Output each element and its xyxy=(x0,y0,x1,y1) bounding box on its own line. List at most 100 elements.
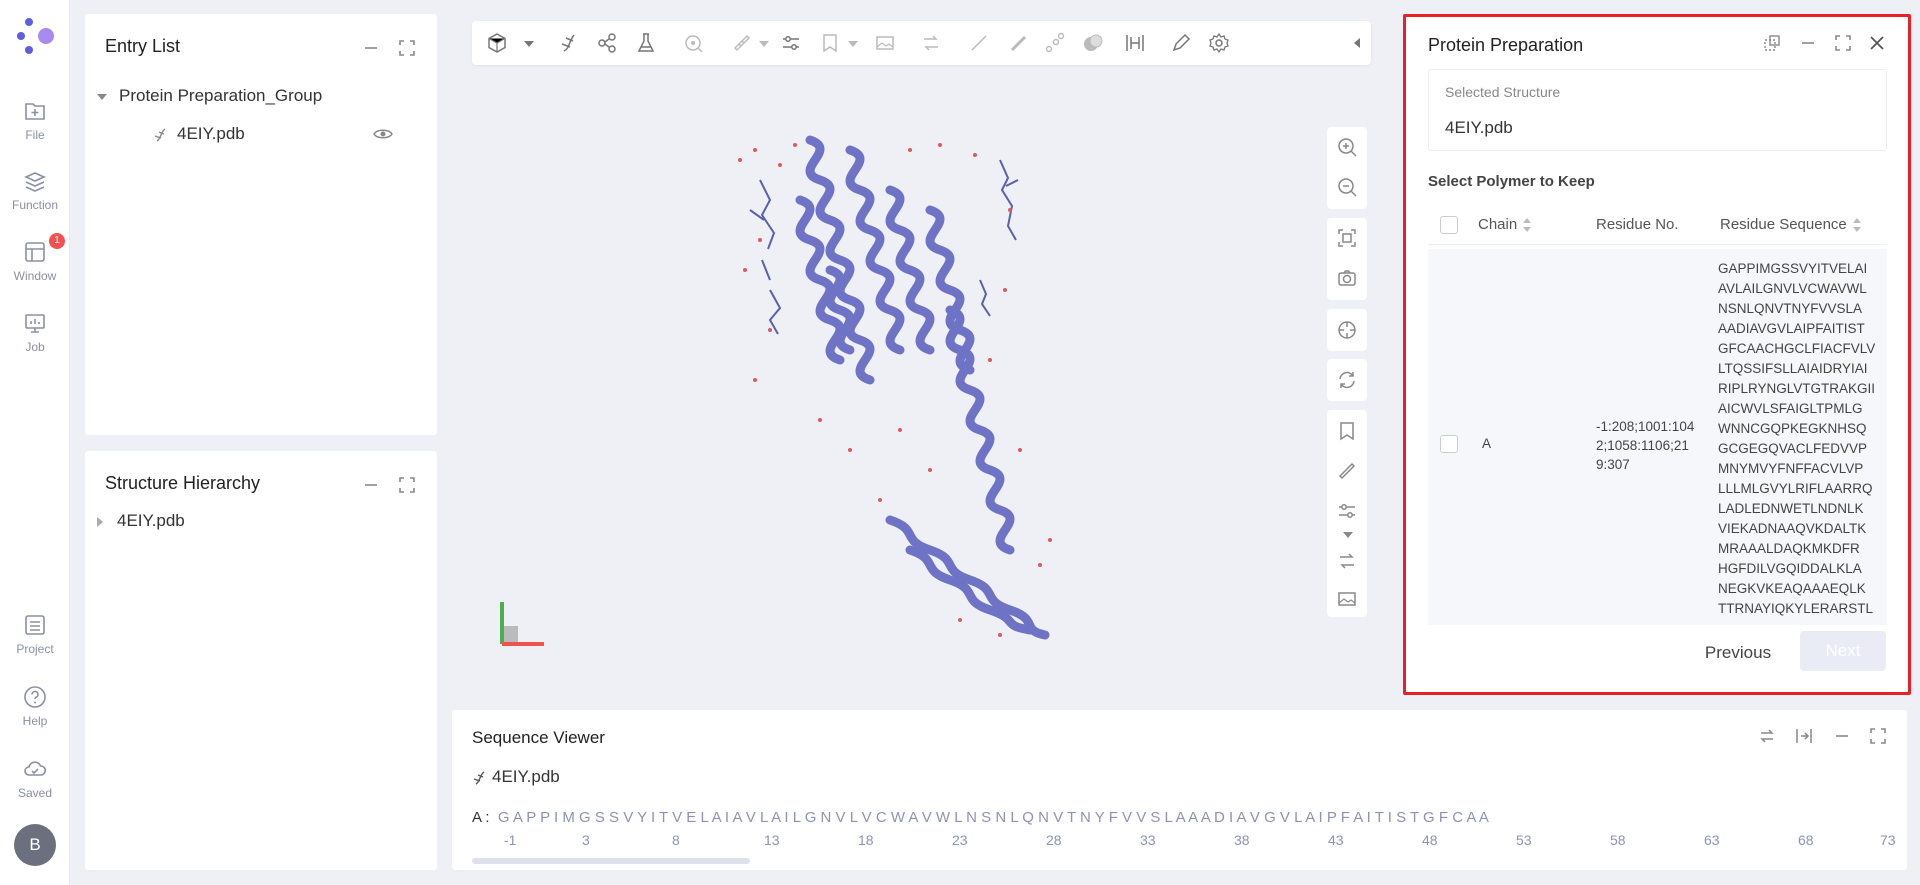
residue-number: 53 xyxy=(1516,832,1532,848)
residue-no-line: -1:208;1001:104 xyxy=(1596,419,1695,434)
maximize-icon[interactable] xyxy=(1833,33,1853,53)
fit-view-icon[interactable] xyxy=(1336,227,1358,249)
tree-group-row[interactable]: Protein Preparation_Group xyxy=(97,86,322,106)
sequence-line: GAPPIMGSSVYITVELAI xyxy=(1718,261,1868,276)
tree-group-label: Protein Preparation_Group xyxy=(119,86,323,105)
edit-pencil-icon[interactable] xyxy=(1170,32,1192,54)
hierarchy-item-label: 4EIY.pdb xyxy=(117,511,185,530)
ribbon-icon[interactable] xyxy=(558,32,580,54)
minimize-icon[interactable] xyxy=(1832,726,1852,746)
molecule-viewport[interactable] xyxy=(700,120,1100,650)
swap-icon[interactable] xyxy=(1757,726,1777,746)
rail-file[interactable]: File xyxy=(0,98,70,142)
selected-structure-value: 4EIY.pdb xyxy=(1445,118,1513,137)
select-polymer-heading: Select Polymer to Keep xyxy=(1428,173,1595,190)
rail-help[interactable]: Help xyxy=(0,684,70,728)
superpose-icon[interactable] xyxy=(1336,550,1358,572)
rail-project[interactable]: Project xyxy=(0,612,70,656)
sort-icon[interactable] xyxy=(1523,218,1532,233)
line-icon[interactable] xyxy=(968,32,990,54)
app-logo-icon[interactable] xyxy=(13,14,59,58)
target-search-icon[interactable] xyxy=(683,32,705,54)
next-button[interactable]: Next xyxy=(1800,631,1886,671)
rail-window[interactable]: 1 Window xyxy=(0,233,70,283)
residue-no-cell: -1:208;1001:104 2;1058:1106;21 9:307 xyxy=(1596,417,1711,474)
residue-number: 18 xyxy=(858,832,874,848)
chevron-down-icon[interactable] xyxy=(848,41,858,47)
chevron-down-icon[interactable] xyxy=(759,41,769,47)
job-icon xyxy=(25,314,45,333)
row-checkbox[interactable] xyxy=(1440,435,1458,453)
molecule-icon[interactable] xyxy=(596,32,618,54)
minimize-icon[interactable] xyxy=(361,475,381,495)
window-icon xyxy=(25,242,45,262)
flask-icon[interactable] xyxy=(635,32,657,54)
rail-job[interactable]: Job xyxy=(0,310,70,354)
rail-function[interactable]: Function xyxy=(0,168,70,212)
chevron-down-icon[interactable] xyxy=(524,41,534,47)
bookmark-icon[interactable] xyxy=(1336,420,1358,442)
sequence-viewer-panel: Sequence Viewer 4EIY.pdb A : G A P P I M… xyxy=(452,710,1907,870)
bookmark-add-icon[interactable] xyxy=(819,32,841,54)
image-icon[interactable] xyxy=(1336,588,1358,610)
visibility-eye-icon[interactable] xyxy=(373,127,393,141)
camera-icon[interactable] xyxy=(1336,267,1358,289)
protein-preparation-panel: Protein Preparation Selected Structure 4… xyxy=(1403,14,1911,695)
molecule-icon xyxy=(154,127,166,142)
sort-icon[interactable] xyxy=(1852,218,1861,233)
sequence-file-label: 4EIY.pdb xyxy=(492,767,560,786)
hydrogen-icon[interactable] xyxy=(1124,32,1146,54)
column-residue-sequence-label: Residue Sequence xyxy=(1720,216,1847,233)
tree-file-row[interactable]: 4EIY.pdb xyxy=(153,124,423,144)
collapse-toolbar-icon[interactable] xyxy=(1354,38,1360,48)
chevron-down-icon[interactable] xyxy=(1343,532,1353,538)
align-icon[interactable] xyxy=(1336,500,1358,522)
align-icon[interactable] xyxy=(780,32,802,54)
popout-icon[interactable] xyxy=(1762,33,1782,53)
measure-icon[interactable] xyxy=(731,32,753,54)
sequence-line: AVLAILGNVLVCWAVWL xyxy=(1718,281,1867,296)
select-all-checkbox[interactable] xyxy=(1440,216,1458,234)
angle-icon[interactable] xyxy=(1044,32,1066,54)
superpose-icon[interactable] xyxy=(920,32,942,54)
sequence-line: LTQSSIFSLLAIAIDRYIAI xyxy=(1718,361,1868,376)
crosshair-icon[interactable] xyxy=(1336,319,1358,341)
align-columns-icon[interactable] xyxy=(1794,726,1814,746)
surface-icon[interactable] xyxy=(1082,32,1104,54)
horizontal-scrollbar[interactable] xyxy=(472,858,750,864)
sequence-letters[interactable]: A : G A P P I M G S S V Y I T V E L A I … xyxy=(472,809,1489,826)
rotate-icon[interactable] xyxy=(1336,369,1358,391)
viewer-toolbar xyxy=(472,21,1371,65)
entry-list-title: Entry List xyxy=(105,36,181,56)
rail-project-label: Project xyxy=(16,642,54,656)
protein-preparation-title: Protein Preparation xyxy=(1428,35,1584,55)
image-icon[interactable] xyxy=(874,32,896,54)
sequence-line: GCGEGQVACLFEDVVP xyxy=(1718,441,1868,456)
rail-function-label: Function xyxy=(11,198,59,212)
residue-number: 48 xyxy=(1422,832,1438,848)
rail-saved[interactable]: Saved xyxy=(0,756,70,800)
column-chain[interactable]: Chain xyxy=(1478,216,1532,233)
hierarchy-item-row[interactable]: 4EIY.pdb xyxy=(97,511,185,531)
maximize-icon[interactable] xyxy=(397,475,417,495)
minimize-icon[interactable] xyxy=(1798,33,1818,53)
sequence-file-row[interactable]: 4EIY.pdb xyxy=(472,767,560,787)
avatar[interactable]: B xyxy=(14,824,56,866)
ruler-icon[interactable] xyxy=(1007,32,1029,54)
maximize-icon[interactable] xyxy=(1868,726,1888,746)
caret-right-icon[interactable] xyxy=(97,516,103,527)
caret-down-icon[interactable] xyxy=(97,93,107,100)
center-group xyxy=(1327,309,1367,351)
chain-label: A : xyxy=(472,809,490,826)
gear-icon[interactable] xyxy=(1208,32,1230,54)
maximize-icon[interactable] xyxy=(397,38,417,58)
measure-icon[interactable] xyxy=(1336,460,1358,482)
zoom-in-icon[interactable] xyxy=(1336,136,1358,158)
zoom-out-icon[interactable] xyxy=(1336,176,1358,198)
column-residue-sequence[interactable]: Residue Sequence xyxy=(1720,216,1861,233)
rail-saved-label: Saved xyxy=(17,786,53,800)
previous-button[interactable]: Previous xyxy=(1693,635,1783,671)
minimize-icon[interactable] xyxy=(361,38,381,58)
close-icon[interactable] xyxy=(1867,33,1887,53)
representation-icon[interactable] xyxy=(486,32,508,54)
